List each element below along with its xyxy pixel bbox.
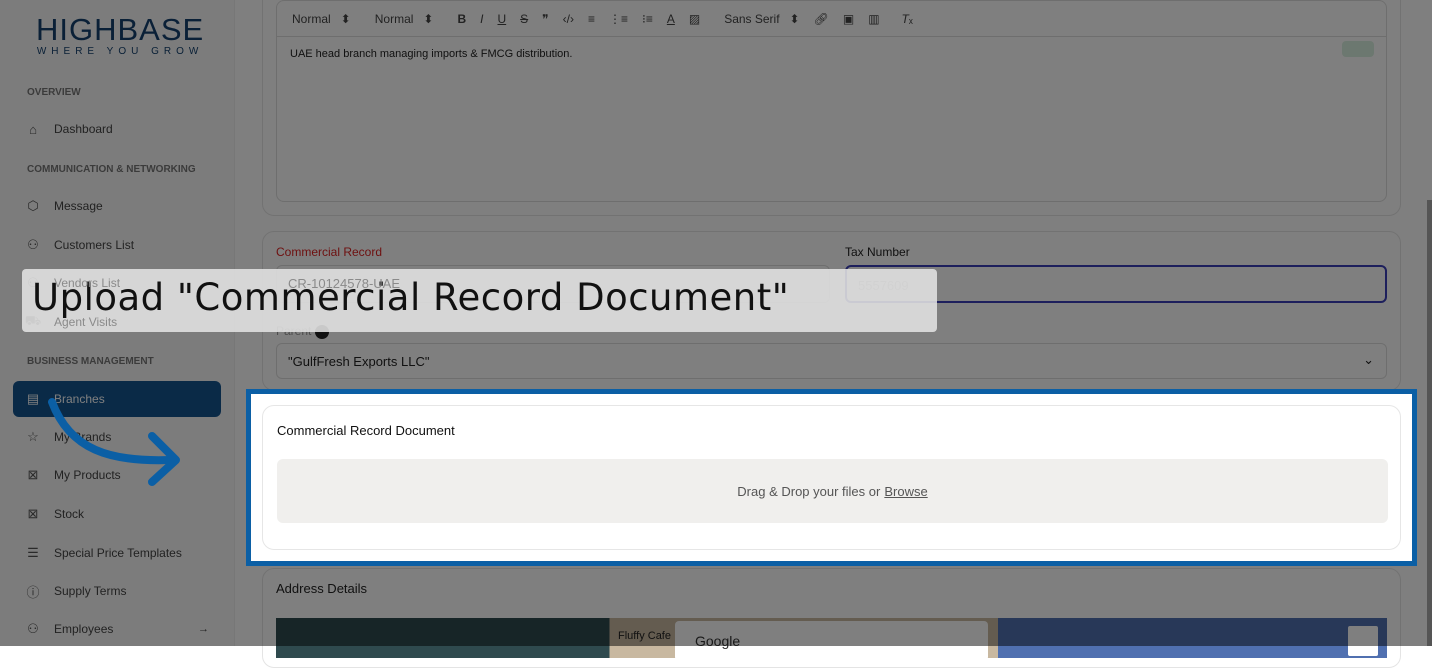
label: Agent Visits (54, 315, 118, 329)
commercial-record-value: CR-10124578-UAE (288, 276, 401, 291)
file-dropzone[interactable]: Drag & Drop your files or Browse (277, 459, 1388, 523)
pointer-arrow-icon (48, 398, 180, 486)
document-title: Commercial Record Document (277, 423, 455, 438)
drop-text: Drag & Drop your files or (737, 483, 881, 499)
label: Vendors List (54, 276, 121, 290)
commercial-record-document-card: Commercial Record Document Drag & Drop y… (262, 405, 1401, 550)
scrollbar[interactable] (1427, 200, 1432, 646)
highlight-frame: Commercial Record Document Drag & Drop y… (246, 389, 1417, 566)
browse-link[interactable]: Browse (884, 484, 927, 499)
